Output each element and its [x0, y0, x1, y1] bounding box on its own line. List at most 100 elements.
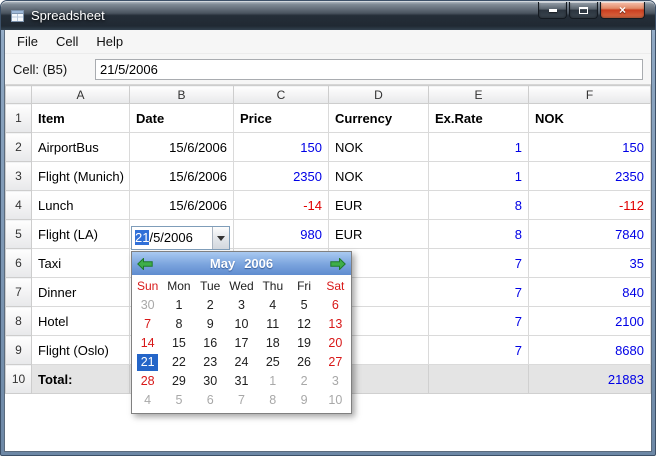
column-header-c[interactable]: C — [233, 85, 329, 104]
cell-A6[interactable]: Taxi — [31, 248, 130, 278]
cell-D4[interactable]: EUR — [328, 190, 429, 220]
calendar-day[interactable]: 1 — [257, 372, 288, 391]
column-header-d[interactable]: D — [328, 85, 429, 104]
cell-B2[interactable]: 15/6/2006 — [129, 132, 234, 162]
calendar-day[interactable]: 19 — [288, 334, 319, 353]
combobox-dropdown-button[interactable] — [212, 227, 229, 249]
combobox-value[interactable]: 21/5/2006 — [132, 227, 212, 249]
calendar-day[interactable]: 30 — [195, 372, 226, 391]
cell-D3[interactable]: NOK — [328, 161, 429, 191]
cell-C3[interactable]: 2350 — [233, 161, 329, 191]
calendar-day[interactable]: 15 — [163, 334, 194, 353]
calendar-day[interactable]: 30 — [132, 296, 163, 315]
row-header-6[interactable]: 6 — [5, 248, 32, 278]
next-month-button[interactable] — [330, 257, 346, 270]
cell-E10[interactable] — [428, 364, 529, 394]
row-header-8[interactable]: 8 — [5, 306, 32, 336]
row-header-3[interactable]: 3 — [5, 161, 32, 191]
row-header-5[interactable]: 5 — [5, 219, 32, 249]
cell-D5[interactable]: EUR — [328, 219, 429, 249]
corner-header[interactable] — [5, 85, 32, 104]
row-header-7[interactable]: 7 — [5, 277, 32, 307]
calendar-day[interactable]: 3 — [226, 296, 257, 315]
cell-C1[interactable]: Price — [233, 103, 329, 133]
cell-E7[interactable]: 7 — [428, 277, 529, 307]
title-bar[interactable]: Spreadsheet × — [1, 1, 655, 30]
cell-A2[interactable]: AirportBus — [31, 132, 130, 162]
calendar-day[interactable]: 3 — [320, 372, 351, 391]
cell-F5[interactable]: 7840 — [528, 219, 651, 249]
calendar-day[interactable]: 2 — [195, 296, 226, 315]
column-header-f[interactable]: F — [528, 85, 651, 104]
cell-A1[interactable]: Item — [31, 103, 130, 133]
cell-F8[interactable]: 2100 — [528, 306, 651, 336]
calendar-day[interactable]: 8 — [257, 391, 288, 410]
cell-A3[interactable]: Flight (Munich) — [31, 161, 130, 191]
calendar-day[interactable]: 4 — [132, 391, 163, 410]
cell-E9[interactable]: 7 — [428, 335, 529, 365]
calendar-day[interactable]: 6 — [195, 391, 226, 410]
row-header-10[interactable]: 10 — [5, 364, 32, 394]
calendar-day[interactable]: 5 — [163, 391, 194, 410]
maximize-button[interactable] — [569, 2, 598, 19]
cell-E5[interactable]: 8 — [428, 219, 529, 249]
cell-C5[interactable]: 980 — [233, 219, 329, 249]
row-header-4[interactable]: 4 — [5, 190, 32, 220]
cell-E1[interactable]: Ex.Rate — [428, 103, 529, 133]
calendar-day[interactable]: 9 — [195, 315, 226, 334]
cell-F10[interactable]: 21883 — [528, 364, 651, 394]
close-button[interactable]: × — [600, 2, 645, 19]
calendar-day[interactable]: 22 — [163, 353, 194, 372]
cell-E8[interactable]: 7 — [428, 306, 529, 336]
calendar-day[interactable]: 14 — [132, 334, 163, 353]
cell-C4[interactable]: -14 — [233, 190, 329, 220]
cell-A7[interactable]: Dinner — [31, 277, 130, 307]
cell-D2[interactable]: NOK — [328, 132, 429, 162]
calendar-day[interactable]: 16 — [195, 334, 226, 353]
calendar-day[interactable]: 29 — [163, 372, 194, 391]
cell-B3[interactable]: 15/6/2006 — [129, 161, 234, 191]
cell-A10[interactable]: Total: — [31, 364, 130, 394]
calendar-day[interactable]: 27 — [320, 353, 351, 372]
row-header-2[interactable]: 2 — [5, 132, 32, 162]
cell-A9[interactable]: Flight (Oslo) — [31, 335, 130, 365]
formula-input[interactable] — [95, 58, 643, 80]
cell-A5[interactable]: Flight (LA) — [31, 219, 130, 249]
column-header-a[interactable]: A — [31, 85, 130, 104]
calendar-day[interactable]: 6 — [320, 296, 351, 315]
calendar-day[interactable]: 18 — [257, 334, 288, 353]
calendar-day[interactable]: 21 — [132, 353, 163, 372]
calendar-day[interactable]: 4 — [257, 296, 288, 315]
cell-F1[interactable]: NOK — [528, 103, 651, 133]
calendar-day[interactable]: 7 — [226, 391, 257, 410]
cell-A8[interactable]: Hotel — [31, 306, 130, 336]
cell-D1[interactable]: Currency — [328, 103, 429, 133]
cell-C2[interactable]: 150 — [233, 132, 329, 162]
calendar-day[interactable]: 11 — [257, 315, 288, 334]
cell-E3[interactable]: 1 — [428, 161, 529, 191]
cell-F9[interactable]: 8680 — [528, 335, 651, 365]
calendar-day[interactable]: 17 — [226, 334, 257, 353]
cell-F2[interactable]: 150 — [528, 132, 651, 162]
calendar-month-label[interactable]: May — [210, 256, 235, 271]
menu-help[interactable]: Help — [87, 31, 132, 52]
cell-F4[interactable]: -112 — [528, 190, 651, 220]
calendar-day[interactable]: 5 — [288, 296, 319, 315]
calendar-day[interactable]: 1 — [163, 296, 194, 315]
calendar-day[interactable]: 20 — [320, 334, 351, 353]
calendar-day[interactable]: 25 — [257, 353, 288, 372]
calendar-day[interactable]: 31 — [226, 372, 257, 391]
calendar-day[interactable]: 7 — [132, 315, 163, 334]
menu-cell[interactable]: Cell — [47, 31, 87, 52]
calendar-day[interactable]: 26 — [288, 353, 319, 372]
cell-F6[interactable]: 35 — [528, 248, 651, 278]
calendar-day[interactable]: 23 — [195, 353, 226, 372]
cell-F7[interactable]: 840 — [528, 277, 651, 307]
calendar-day[interactable]: 9 — [288, 391, 319, 410]
cell-E4[interactable]: 8 — [428, 190, 529, 220]
calendar-day[interactable]: 28 — [132, 372, 163, 391]
calendar-day[interactable]: 2 — [288, 372, 319, 391]
column-header-b[interactable]: B — [129, 85, 234, 104]
row-header-9[interactable]: 9 — [5, 335, 32, 365]
minimize-button[interactable] — [538, 2, 567, 19]
